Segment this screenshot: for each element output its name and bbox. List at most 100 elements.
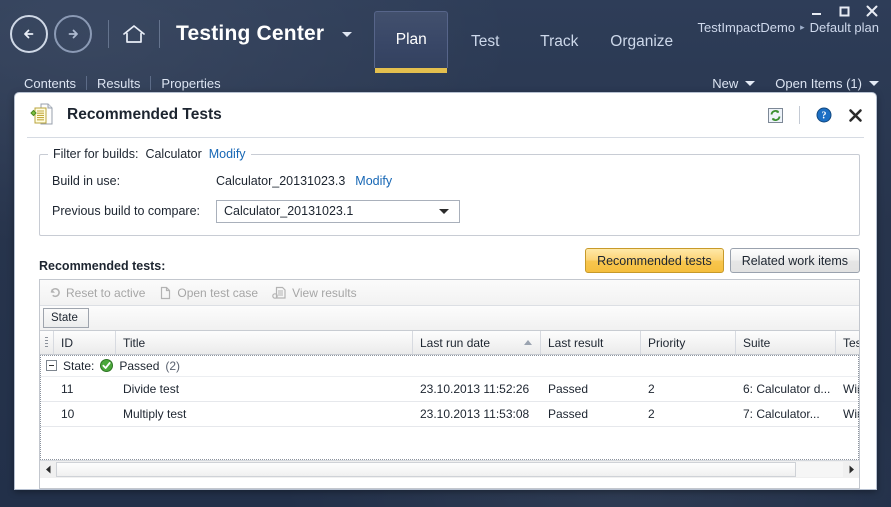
open-test-case-button[interactable]: Open test case (159, 286, 258, 300)
column-header-gutter (40, 331, 54, 354)
column-header-test-configuration-label: Test co (843, 335, 859, 350)
scrollbar-thumb[interactable] (56, 462, 796, 477)
view-results-icon (272, 286, 286, 299)
forward-arrow-icon[interactable] (54, 15, 92, 53)
previous-build-label: Previous build to compare: (52, 204, 200, 218)
filter-legend-label: Filter for builds: (53, 147, 139, 161)
tab-test-label: Test (471, 33, 500, 50)
column-header-last-run-date-label: Last run date (420, 335, 491, 350)
cell-last-result: Passed (548, 382, 589, 396)
home-icon[interactable] (119, 19, 149, 49)
tab-track-label: Track (540, 33, 579, 50)
window-caption-controls (803, 0, 885, 22)
filter-for-builds-groupbox: Filter for builds: Calculator Modify Bui… (39, 147, 860, 236)
minimize-icon[interactable] (803, 1, 829, 21)
chevron-down-icon[interactable] (340, 29, 354, 39)
pill-related-work-items[interactable]: Related work items (729, 248, 860, 273)
new-dropdown-button[interactable]: New (712, 75, 756, 91)
undo-icon (50, 288, 60, 298)
scroll-right-icon[interactable] (843, 462, 859, 477)
nav-divider-2 (159, 20, 160, 48)
maximize-icon[interactable] (831, 1, 857, 21)
tab-test[interactable]: Test (448, 16, 522, 68)
column-header-last-result[interactable]: Last result (541, 331, 641, 354)
breadcrumb-project[interactable]: TestImpactDemo (698, 20, 796, 35)
previous-build-combobox[interactable]: Calculator_20131023.1 (216, 199, 460, 223)
cell-suite: 7: Calculator... (743, 407, 820, 421)
passed-check-icon (100, 359, 114, 372)
close-icon[interactable] (844, 104, 866, 126)
group-by-chip-state[interactable]: State (43, 308, 89, 328)
cell-priority: 2 (648, 382, 655, 396)
tab-track[interactable]: Track (522, 16, 596, 68)
column-header-title[interactable]: Title (116, 331, 413, 354)
refresh-icon[interactable] (764, 104, 786, 126)
column-header-id[interactable]: ID (54, 331, 116, 354)
view-results-label: View results (292, 285, 357, 300)
group-by-strip: State (40, 306, 859, 331)
open-items-dropdown-button[interactable]: Open Items (1) (775, 76, 879, 91)
cell-suite: 6: Calculator d... (743, 382, 831, 396)
cell-last-run-date: 23.10.2013 11:52:26 (420, 382, 530, 396)
collapse-icon[interactable] (46, 360, 57, 371)
reset-to-active-label: Reset to active (66, 285, 146, 300)
cell-priority: 2 (648, 407, 655, 421)
column-header-id-label: ID (61, 335, 73, 350)
row-gutter (40, 402, 54, 426)
main-tabs: Plan Test Track Organize (374, 0, 687, 73)
cell-last-result: Passed (548, 407, 589, 421)
tab-plan[interactable]: Plan (374, 11, 449, 73)
view-results-button[interactable]: View results (272, 285, 357, 300)
breadcrumb-separator-icon: ▸ (800, 21, 805, 32)
pill-recommended-tests-label: Recommended tests (597, 253, 712, 268)
recommended-tests-bar: Recommended tests: Recommended tests Rel… (15, 236, 876, 279)
subnav-links: Contents Results Properties (14, 76, 231, 91)
filter-legend: Filter for builds: Calculator Modify (48, 147, 251, 161)
cell-title: Multiply test (123, 407, 187, 421)
column-header-last-run-date[interactable]: Last run date (413, 331, 541, 354)
grid-bottom-padding (40, 478, 859, 488)
scrollbar-track[interactable] (56, 462, 843, 477)
build-in-use-modify-link[interactable]: Modify (355, 174, 392, 188)
pill-recommended-tests[interactable]: Recommended tests (585, 248, 724, 273)
cell-id: 10 (61, 407, 75, 421)
table-row[interactable]: 10 Multiply test 23.10.2013 11:53:08 Pas… (40, 402, 859, 427)
cell-id: 11 (61, 382, 74, 396)
scroll-left-icon[interactable] (40, 462, 56, 477)
column-header-suite[interactable]: Suite (736, 331, 836, 354)
group-value: Passed (119, 358, 160, 373)
subnav-item-contents[interactable]: Contents (14, 76, 86, 91)
group-by-chip-label: State (51, 312, 78, 324)
back-arrow-icon[interactable] (10, 15, 48, 53)
page-title: Testing Center (176, 22, 325, 45)
build-in-use-row: Build in use: Calculator_20131023.3 Modi… (52, 169, 847, 193)
chevron-down-icon (745, 80, 756, 86)
recommended-tests-panel: Recommended Tests ? Filter for builds: C… (14, 92, 877, 490)
table-row[interactable]: 11 Divide test 23.10.2013 11:52:26 Passe… (40, 377, 859, 402)
svg-text:?: ? (822, 111, 827, 122)
grid-horizontal-scrollbar[interactable] (40, 460, 859, 478)
grid-toolbar: Reset to active Open test case View resu… (40, 280, 859, 306)
close-icon[interactable] (859, 1, 885, 21)
column-header-priority[interactable]: Priority (641, 331, 736, 354)
pill-related-work-items-label: Related work items (741, 253, 848, 268)
subnav-item-results[interactable]: Results (87, 76, 150, 91)
filter-area: Filter for builds: Calculator Modify Bui… (15, 138, 876, 236)
column-header-test-configuration[interactable]: Test co (836, 331, 859, 354)
subnav-item-properties[interactable]: Properties (151, 76, 230, 91)
help-icon[interactable]: ? (813, 104, 835, 126)
previous-build-value: Calculator_20131023.1 (224, 204, 354, 218)
cell-test-configuration: Window (843, 382, 859, 396)
tab-organize[interactable]: Organize (596, 16, 687, 68)
column-header-title-label: Title (123, 335, 146, 350)
cell-test-configuration: Window (843, 407, 859, 421)
application-window: Testing Center Plan Test Track Organize … (0, 0, 891, 507)
build-in-use-value-group: Calculator_20131023.3 Modify (216, 174, 392, 188)
reset-to-active-button[interactable]: Reset to active (48, 286, 145, 300)
group-field-label: State: (63, 358, 95, 373)
filter-modify-link[interactable]: Modify (209, 147, 246, 161)
new-dropdown-label: New (712, 75, 739, 91)
group-row-state-passed[interactable]: State: Passed (2) (40, 355, 859, 377)
column-grip-icon (45, 337, 48, 348)
grid-column-headers: ID Title Last run date Last result Prior… (40, 331, 859, 355)
